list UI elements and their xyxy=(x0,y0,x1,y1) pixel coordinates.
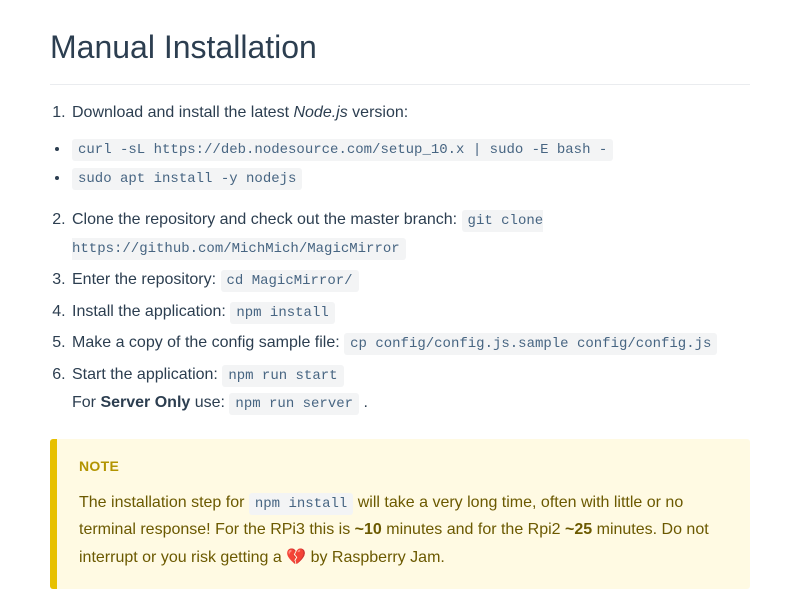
step-5-code: cp config/config.js.sample config/config… xyxy=(344,333,717,355)
step-3-code: cd MagicMirror/ xyxy=(221,270,359,292)
command-code-1: curl -sL https://deb.nodesource.com/setu… xyxy=(72,139,613,161)
step-6-line2-mid: use: xyxy=(190,394,229,411)
step-6-server-only: Server Only xyxy=(100,394,190,411)
command-code-2: sudo apt install -y nodejs xyxy=(72,168,302,190)
step-1-text-post: version: xyxy=(348,104,408,121)
command-item-2: sudo apt install -y nodejs xyxy=(70,164,750,192)
note-body: The installation step for npm install wi… xyxy=(79,489,728,571)
note-title: NOTE xyxy=(79,455,728,479)
step-6: Start the application: npm run start For… xyxy=(70,361,750,417)
install-commands: curl -sL https://deb.nodesource.com/setu… xyxy=(50,135,750,193)
broken-heart-icon: 💔 xyxy=(286,549,306,566)
step-6-code: npm run start xyxy=(222,365,343,387)
note-callout: NOTE The installation step for npm insta… xyxy=(50,439,750,589)
step-1-text-pre: Download and install the latest xyxy=(72,104,293,121)
step-4: Install the application: npm install xyxy=(70,298,750,326)
step-6-line2-end: . xyxy=(359,394,368,411)
step-5: Make a copy of the config sample file: c… xyxy=(70,329,750,357)
step-1: Download and install the latest Node.js … xyxy=(70,99,750,126)
note-bold-25min: ~25 xyxy=(565,521,592,538)
step-5-text: Make a copy of the config sample file: xyxy=(72,334,344,351)
note-bold-10min: ~10 xyxy=(355,521,382,538)
note-code-npm-install: npm install xyxy=(249,493,353,515)
step-4-text: Install the application: xyxy=(72,303,230,320)
note-text-5: by Raspberry Jam. xyxy=(306,549,445,566)
step-2: Clone the repository and check out the m… xyxy=(70,206,750,262)
note-text-3: minutes and for the Rpi2 xyxy=(382,521,565,538)
step-6-line2-code: npm run server xyxy=(229,393,359,415)
page-title: Manual Installation xyxy=(50,20,750,85)
step-3: Enter the repository: cd MagicMirror/ xyxy=(70,266,750,294)
step-6-line2-pre: For xyxy=(72,394,100,411)
note-text-1: The installation step for xyxy=(79,494,249,511)
step-3-text: Enter the repository: xyxy=(72,271,221,288)
install-steps-part2: Clone the repository and check out the m… xyxy=(50,206,750,417)
step-1-nodejs: Node.js xyxy=(293,104,347,121)
step-4-code: npm install xyxy=(230,302,334,324)
step-2-text: Clone the repository and check out the m… xyxy=(72,211,462,228)
command-item-1: curl -sL https://deb.nodesource.com/setu… xyxy=(70,135,750,163)
step-6-text: Start the application: xyxy=(72,366,222,383)
install-steps-part1: Download and install the latest Node.js … xyxy=(50,99,750,126)
